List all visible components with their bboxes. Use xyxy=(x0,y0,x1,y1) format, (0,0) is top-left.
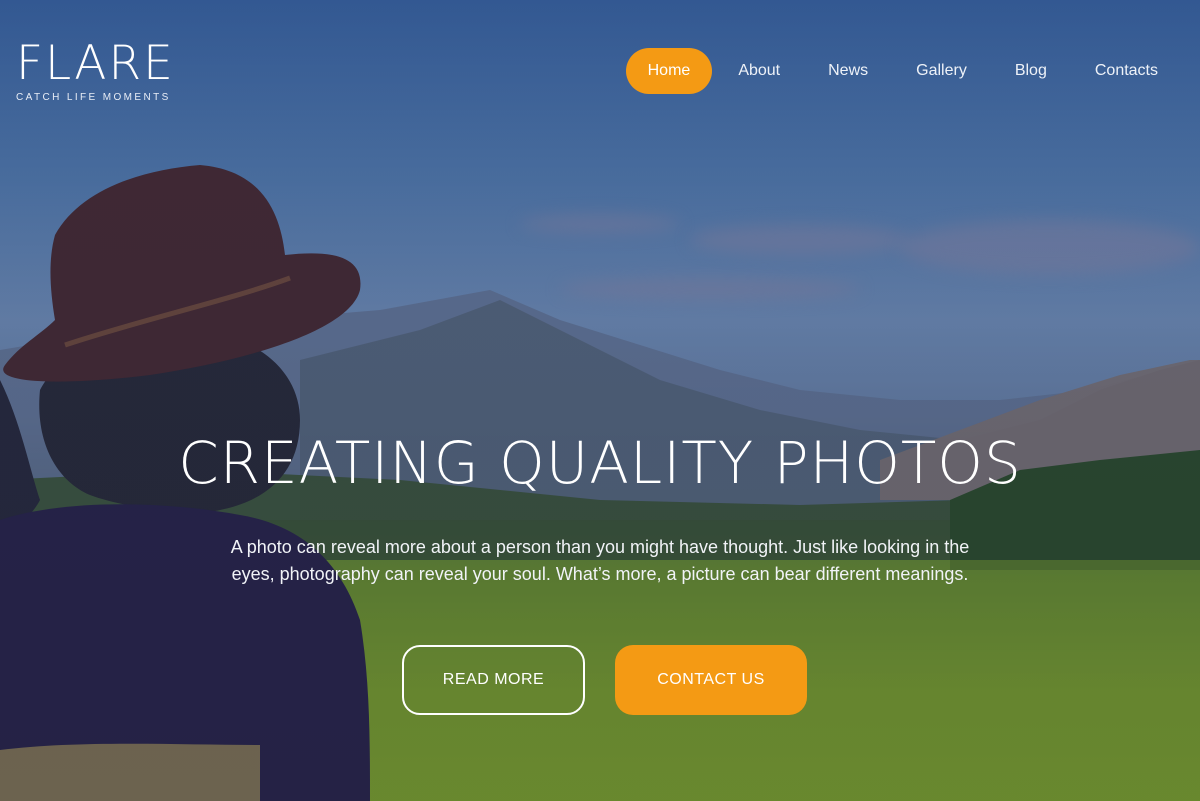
site-logo[interactable]: FLARE CATCH LIFE MOMENTS xyxy=(16,36,175,104)
logo-tagline: CATCH LIFE MOMENTS xyxy=(16,92,171,103)
hero-title: CREATING QUALITY PHOTOS xyxy=(178,429,1022,497)
dark-overlay xyxy=(0,0,1200,801)
hero-background-photo xyxy=(0,0,1200,801)
main-nav: Home About News Gallery Blog Contacts xyxy=(622,48,1180,94)
nav-gallery[interactable]: Gallery xyxy=(894,48,989,94)
logo-title: FLARE xyxy=(16,36,175,91)
nav-contacts[interactable]: Contacts xyxy=(1073,48,1180,94)
hero-description: A photo can reveal more about a person t… xyxy=(230,537,970,584)
nav-news[interactable]: News xyxy=(806,48,890,94)
nav-home[interactable]: Home xyxy=(625,48,713,94)
nav-blog[interactable]: Blog xyxy=(993,48,1069,94)
nav-about[interactable]: About xyxy=(716,48,802,94)
contact-us-button[interactable]: CONTACT US xyxy=(615,645,807,715)
read-more-button[interactable]: READ MORE xyxy=(402,645,585,715)
